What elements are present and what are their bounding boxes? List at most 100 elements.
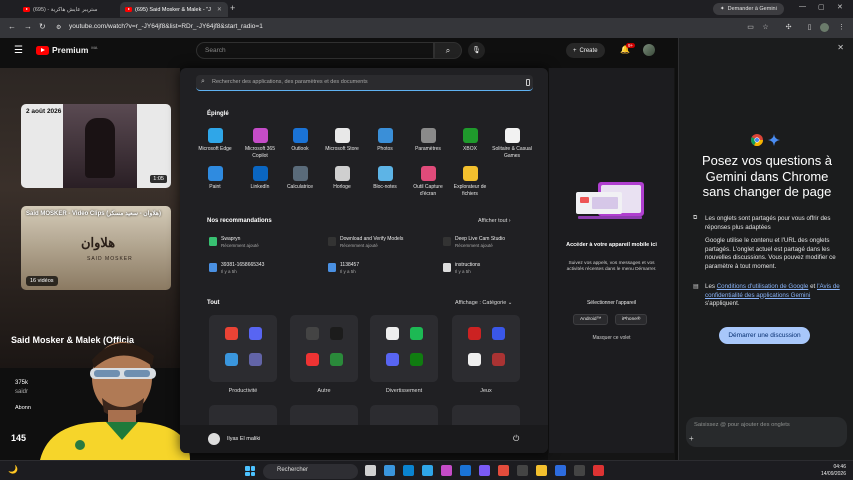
new-tab-button[interactable]: +	[230, 3, 235, 13]
recommendation-title: Download and Verify Models	[340, 236, 404, 242]
url-field[interactable]: youtube.com/watch?v=r_-JY64jf8&list=RDr_…	[69, 23, 263, 30]
taskbar-app-icon[interactable]	[460, 465, 471, 476]
recommendation-item[interactable]: 39381-1658665343 Il y a 5h	[209, 262, 264, 275]
bookmark-icon[interactable]: ☆	[761, 23, 770, 32]
taskbar-app-icon[interactable]	[517, 465, 528, 476]
taskbar-app-icon[interactable]	[441, 465, 452, 476]
gemini-info-terms: Les Conditions d'utilisation de Google e…	[705, 283, 840, 307]
app-category-folder[interactable]	[290, 405, 358, 425]
pinned-app[interactable]: Paramètres	[405, 128, 451, 153]
pinned-app[interactable]: Microsoft Store	[319, 128, 365, 153]
pinned-app[interactable]: Explorateur de fichiers	[447, 166, 493, 197]
reload-icon[interactable]: ↻	[39, 22, 46, 31]
app-category-folder[interactable]	[209, 315, 277, 382]
taskbar-app-icon[interactable]	[479, 465, 490, 476]
app-category-folder[interactable]	[370, 405, 438, 425]
pinned-app[interactable]: Paint	[192, 166, 238, 191]
pinned-app[interactable]: Outil Capture d'écran	[405, 166, 451, 197]
close-icon[interactable]: ✕	[837, 43, 844, 52]
playlist-card[interactable]: Said MOSKER - Video Clips (هلاوان - سعيد…	[21, 206, 171, 290]
close-window-icon[interactable]: ✕	[837, 3, 843, 11]
recommendation-item[interactable]: Swapryn Récemment ajouté	[209, 236, 259, 249]
windows-start-icon[interactable]	[245, 466, 255, 476]
avatar[interactable]	[208, 433, 220, 445]
site-info-icon[interactable]: ⚙	[56, 24, 61, 31]
taskbar-app-icon[interactable]	[593, 465, 604, 476]
pinned-app[interactable]: Bloc-notes	[362, 166, 408, 191]
phone-icon[interactable]	[526, 79, 530, 86]
maximize-icon[interactable]: ▢	[818, 3, 825, 11]
pinned-app[interactable]: Photos	[362, 128, 408, 153]
pinned-app[interactable]: Calculatrice	[277, 166, 323, 191]
youtube-search-input[interactable]: Search	[196, 42, 434, 59]
app-category-folder[interactable]	[290, 315, 358, 382]
app-category-folder[interactable]	[452, 405, 520, 425]
side-panel-icon[interactable]: ▯	[805, 23, 814, 32]
youtube-premium-logo[interactable]: Premium MA	[36, 45, 97, 55]
pinned-app[interactable]: XBOX	[447, 128, 493, 153]
hide-panel-link[interactable]: Masquer ce volet	[557, 335, 666, 341]
all-apps-heading: Tout	[207, 300, 220, 306]
app-label: Outil Capture d'écran	[413, 184, 443, 197]
file-icon	[209, 263, 217, 272]
file-icon	[328, 263, 336, 272]
app-category-folder[interactable]	[209, 405, 277, 425]
pinned-app[interactable]: Microsoft Edge	[192, 128, 238, 153]
recommendation-item[interactable]: Deep Live Cam Studio Récemment ajouté	[443, 236, 505, 249]
extensions-icon[interactable]: ✣	[784, 23, 793, 32]
menu-icon[interactable]: ⋮	[837, 23, 846, 32]
app-icon	[462, 128, 478, 143]
close-icon[interactable]: ✕	[217, 6, 222, 13]
recommendation-item[interactable]: Download and Verify Models Récemment ajou…	[328, 236, 404, 249]
power-icon[interactable]: ⏻	[513, 434, 519, 444]
android-button[interactable]: Android™	[573, 314, 609, 325]
browser-tab-active[interactable]: (695) Said Mosker & Malek - "J ✕	[120, 2, 228, 17]
weather-icon[interactable]: 🌙	[8, 465, 18, 474]
app-icon	[252, 128, 268, 143]
taskbar-app-icon[interactable]	[574, 465, 585, 476]
terms-link[interactable]: Conditions d'utilisation de Google	[717, 283, 809, 290]
taskbar-app-icon[interactable]	[555, 465, 566, 476]
youtube-favicon-icon	[23, 7, 30, 12]
taskbar-app-icon[interactable]	[422, 465, 433, 476]
start-search-input[interactable]: Rechercher des applications, des paramèt…	[196, 75, 533, 91]
video-card[interactable]: 2 août 2026 1:05	[21, 104, 171, 188]
back-icon[interactable]: ←	[8, 22, 16, 31]
forward-icon[interactable]: →	[24, 22, 32, 31]
phone-link-description: Suivez vos appels, vos messages et vos a…	[566, 261, 657, 273]
show-all-button[interactable]: Afficher tout ›	[478, 218, 511, 224]
microphone-icon[interactable]: 🎙	[468, 42, 485, 59]
taskbar-app-icon[interactable]	[403, 465, 414, 476]
taskbar-app-icon[interactable]	[384, 465, 395, 476]
cast-icon[interactable]: ▭	[746, 23, 755, 32]
taskbar-app-icon[interactable]	[365, 465, 376, 476]
avatar[interactable]	[643, 44, 655, 56]
taskbar-clock[interactable]: 04:46 14/09/2026	[821, 464, 846, 478]
hamburger-menu-icon[interactable]: ☰	[14, 45, 23, 56]
start-discussion-button[interactable]: Démarrer une discussion	[719, 327, 810, 344]
recommendation-item[interactable]: instructions Il y a 5h	[443, 262, 480, 275]
minimize-icon[interactable]: —	[799, 3, 806, 10]
app-category-folder[interactable]	[370, 315, 438, 382]
start-footer: Ilyas El maliki ⏻	[180, 425, 548, 453]
pinned-app[interactable]: Outlook	[277, 128, 323, 153]
gemini-prompt-input[interactable]: Saisissez @ pour ajouter des onglets	[686, 417, 847, 447]
search-icon[interactable]: ⌕	[434, 42, 462, 59]
view-mode-dropdown[interactable]: Affichage : Catégorie ⌄	[455, 300, 512, 306]
taskbar-search-input[interactable]: Rechercher	[263, 463, 358, 479]
user-name[interactable]: Ilyas El maliki	[227, 436, 260, 442]
profile-avatar[interactable]	[820, 23, 829, 32]
browser-tab[interactable]: ستريبر عايش هاكرية - (695)	[18, 2, 118, 17]
app-category-folder[interactable]	[452, 315, 520, 382]
taskbar-app-icon[interactable]	[536, 465, 547, 476]
pinned-app[interactable]: Horloge	[319, 166, 365, 191]
recommendation-item[interactable]: 1138457 Il y a 5h	[328, 262, 359, 275]
pinned-app[interactable]: Solitaire & Casual Games	[489, 128, 535, 159]
iphone-button[interactable]: iPhone®	[615, 314, 648, 325]
add-icon[interactable]: +	[689, 434, 694, 443]
taskbar-app-icon[interactable]	[498, 465, 509, 476]
ask-gemini-button[interactable]: ✦ Demander à Gemini	[713, 3, 784, 15]
file-icon	[209, 237, 217, 246]
tab-title: (695) Said Mosker & Malek - "J	[135, 6, 211, 13]
create-button[interactable]: + Create	[566, 43, 605, 58]
